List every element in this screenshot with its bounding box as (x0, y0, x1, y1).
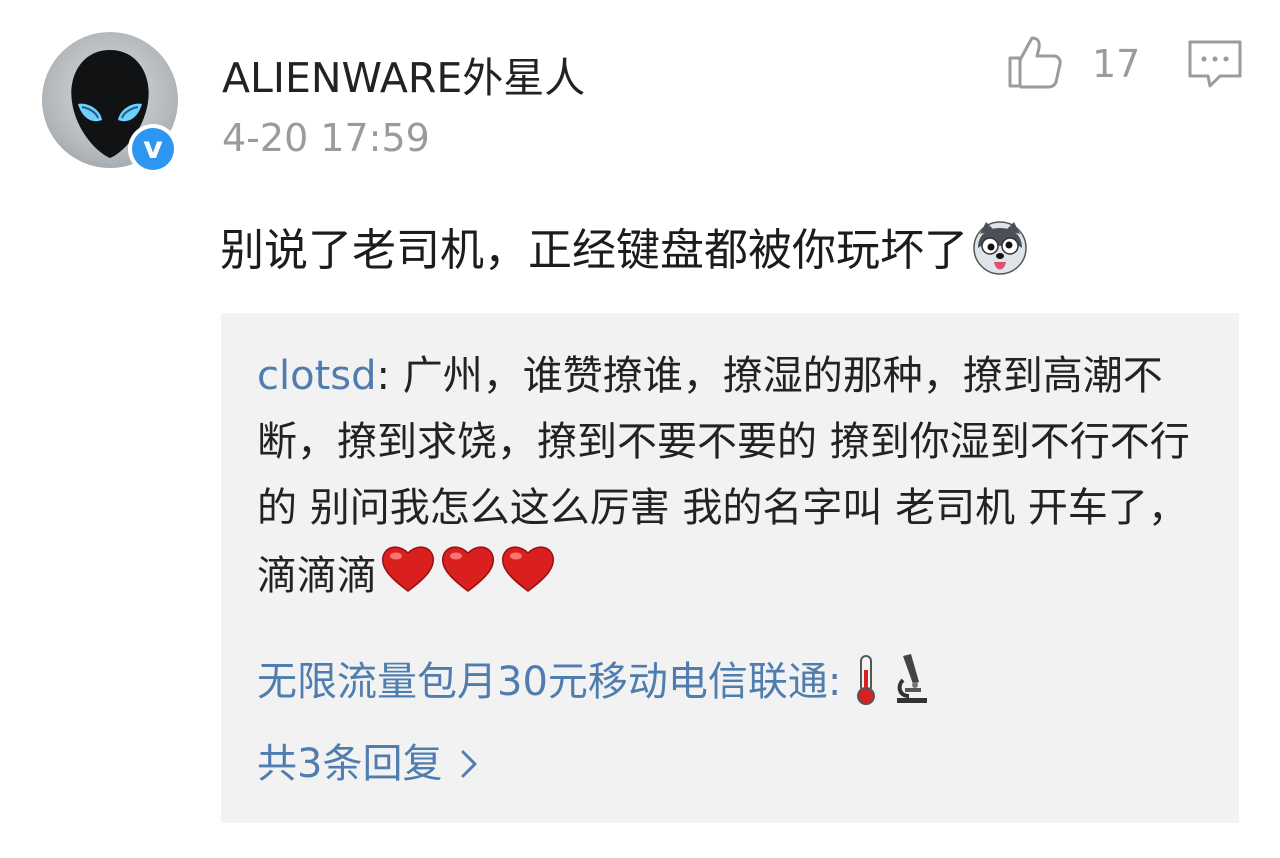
comment-bubble-icon (1188, 40, 1242, 88)
thumbs-up-icon (1008, 36, 1062, 89)
reply-button[interactable] (1186, 38, 1244, 92)
comment-timestamp: 4-20 17:59 (222, 116, 430, 160)
reply-item: 无限流量包月30元移动电信联通: (257, 649, 931, 716)
reply-author[interactable]: clotsd (257, 353, 377, 399)
reply-separator: : (827, 659, 842, 705)
heart-emoji (499, 541, 557, 615)
more-replies-link[interactable]: 共3条回复 (257, 731, 478, 789)
replies-box: clotsd: 广州，谁赞撩谁，撩湿的那种，撩到高潮不断，撩到求饶，撩到不要不要… (221, 313, 1239, 823)
reply-author[interactable]: 无限流量包月30元移动电信联通 (257, 659, 828, 705)
heart-emoji (379, 541, 437, 615)
chevron-right-icon (460, 743, 478, 789)
microscope-emoji (891, 652, 931, 716)
comment-card: v ALIENWARE外星人 4-20 17:59 17 别说了老司机，正经键盘… (0, 0, 1280, 858)
like-button[interactable] (1004, 32, 1064, 92)
reply-separator: : (376, 353, 403, 399)
husky-emoji (972, 220, 1028, 287)
reply-item: clotsd: 广州，谁赞撩谁，撩湿的那种，撩到高潮不断，撩到求饶，撩到不要不要… (257, 343, 1217, 615)
comment-text: 别说了老司机，正经键盘都被你玩坏了 (220, 225, 968, 276)
like-count: 17 (1092, 42, 1141, 86)
comment-body: 别说了老司机，正经键盘都被你玩坏了 (220, 214, 1028, 287)
more-replies-label: 共3条回复 (257, 741, 443, 787)
verified-badge-icon: v (128, 124, 178, 174)
comment-author[interactable]: ALIENWARE外星人 (222, 44, 585, 104)
heart-emoji (439, 541, 497, 615)
thermometer-emoji (851, 652, 881, 716)
